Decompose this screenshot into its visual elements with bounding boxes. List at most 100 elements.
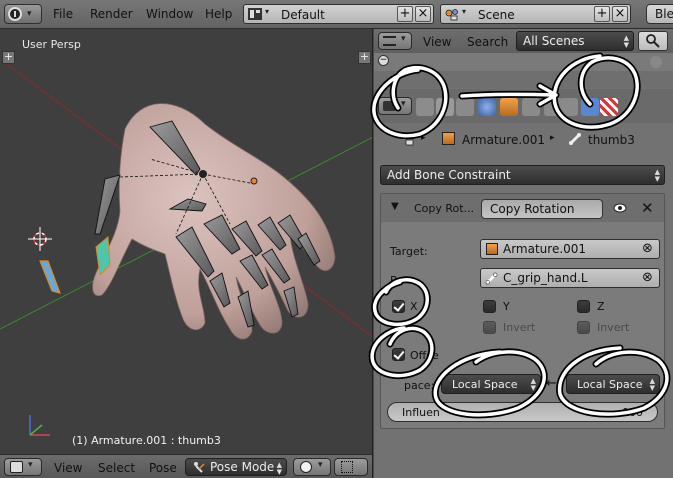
outliner-filter-selector[interactable]: All Scenes ▲ ▼ <box>516 31 634 51</box>
scene-name: Scene <box>478 8 515 22</box>
influence-slider[interactable]: Influen 000 <box>387 402 658 422</box>
screen-layout-icon <box>248 8 262 20</box>
outliner-menu-view[interactable]: View <box>423 35 451 49</box>
armature-object-icon <box>442 132 455 145</box>
outliner-menu-search[interactable]: Search <box>467 35 508 49</box>
offset-checkbox[interactable] <box>392 348 405 361</box>
3d-viewport[interactable]: User Persp (1) Armature.001 : thumb3 + + <box>0 29 373 454</box>
screen-layout-selector[interactable]: ▾ Default + × <box>243 4 434 24</box>
menu-file[interactable]: File <box>53 7 73 21</box>
tool-shelf-toggle[interactable]: + <box>2 51 15 64</box>
viewport-scene <box>0 58 372 436</box>
render-engine-label: Blen <box>655 7 673 21</box>
outliner-row[interactable]: − <box>374 53 673 71</box>
properties-icon <box>383 101 396 111</box>
bone-constraints-tab-icon[interactable] <box>581 98 599 116</box>
bone-icon <box>569 133 581 145</box>
close-icon[interactable]: ✕ <box>641 199 654 217</box>
properties-header: ▾ <box>374 89 673 123</box>
use-z-checkbox[interactable] <box>577 300 590 313</box>
viewport-editor-type-button[interactable]: ▾ <box>4 458 42 476</box>
bone-field[interactable]: C_grip_hand.L ⊗ <box>480 268 660 288</box>
breadcrumb-bone[interactable]: thumb3 <box>588 133 635 147</box>
collapse-arrow-icon[interactable]: ▼ <box>391 201 399 212</box>
outliner-editor-type-button[interactable]: ▾ <box>378 32 412 50</box>
owner-space-selector[interactable]: Local Space ▲ ▼ <box>566 374 660 394</box>
breadcrumb: ▸ Armature.001 ▸ thumb3 <box>374 123 673 153</box>
up-down-arrows-icon: ▲ ▼ <box>623 34 629 49</box>
scene-tab-icon[interactable] <box>456 98 474 116</box>
scene-selector[interactable]: ▾ Scene + × <box>440 4 631 24</box>
up-down-arrows-icon: ▲ ▼ <box>654 168 660 183</box>
outliner: ▾ View Search All Scenes ▲ ▼ − <box>374 29 673 88</box>
breadcrumb-object[interactable]: Armature.001 <box>462 133 545 147</box>
invert-y-label: Invert <box>503 321 536 334</box>
menu-help[interactable]: Help <box>205 7 232 21</box>
use-y-checkbox[interactable] <box>483 300 496 313</box>
view-label: User Persp <box>22 38 81 51</box>
outliner-header: ▾ View Search All Scenes ▲ ▼ <box>374 29 673 53</box>
scene-icon <box>445 9 458 21</box>
menu-render[interactable]: Render <box>90 7 133 21</box>
chevron-down-icon: ▾ <box>462 7 467 16</box>
target-space-value: Local Space <box>452 378 518 391</box>
invert-y-checkbox[interactable] <box>483 321 496 334</box>
3d-cursor-icon <box>28 227 52 251</box>
object-tab-icon[interactable] <box>500 98 518 116</box>
menu-window[interactable]: Window <box>146 7 193 21</box>
use-x-label: X <box>410 300 418 313</box>
properties-editor-type-button[interactable]: ▾ <box>378 97 412 115</box>
restrict-toggle-icon[interactable] <box>650 56 662 68</box>
editor-type-button[interactable]: ▾ <box>4 4 42 24</box>
delete-scene-button[interactable]: × <box>612 6 628 22</box>
collapse-icon[interactable]: − <box>378 55 389 66</box>
influence-value: 000 <box>622 406 643 419</box>
armature-data-tab-icon[interactable] <box>560 98 578 116</box>
clear-bone-icon[interactable]: ⊗ <box>642 271 656 285</box>
clear-target-icon[interactable]: ⊗ <box>642 242 656 256</box>
texture-tab-icon[interactable] <box>600 98 618 116</box>
chevron-down-icon: ▾ <box>401 34 406 44</box>
bone-icon <box>485 272 498 285</box>
add-scene-button[interactable]: + <box>594 6 610 22</box>
viewport-shading-button[interactable]: ▾ <box>293 458 331 476</box>
screen-layout-name: Default <box>281 8 325 22</box>
target-space-selector[interactable]: Local Space ▲ ▼ <box>441 374 541 394</box>
outliner-row[interactable] <box>374 71 673 88</box>
add-bone-constraint-dropdown[interactable]: Add Bone Constraint ▲ ▼ <box>380 165 665 185</box>
left-arrow-icon: ← <box>546 376 557 391</box>
chevron-down-icon: ▾ <box>28 460 33 470</box>
outliner-icon <box>383 36 396 46</box>
render-layers-tab-icon[interactable] <box>436 98 454 116</box>
viewport-header: ▾ View Select Pose Pose Mode ▲ ▼ ▾ <box>0 454 373 478</box>
delete-screen-button[interactable]: × <box>415 6 431 22</box>
use-x-checkbox[interactable] <box>392 300 405 313</box>
outliner-search-field[interactable] <box>638 31 668 51</box>
mode-selector[interactable]: Pose Mode ▲ ▼ <box>185 458 287 476</box>
pivot-point-button[interactable] <box>334 458 368 476</box>
selected-joint <box>250 177 258 185</box>
target-value: Armature.001 <box>503 242 587 256</box>
invert-z-checkbox[interactable] <box>577 321 590 334</box>
pivot-icon <box>341 461 353 473</box>
add-screen-button[interactable]: + <box>397 6 413 22</box>
eye-icon[interactable] <box>613 202 627 214</box>
target-field[interactable]: Armature.001 ⊗ <box>480 239 660 259</box>
up-down-arrows-icon: ▲ ▼ <box>276 461 282 476</box>
menu-view[interactable]: View <box>54 461 82 475</box>
render-tab-icon[interactable] <box>416 98 434 116</box>
constraint-header: ▼ Copy Rot... Copy Rotation ✕ <box>381 194 664 222</box>
menu-select[interactable]: Select <box>98 461 135 475</box>
properties-shelf-toggle[interactable]: + <box>358 51 371 64</box>
influence-label: Influen <box>402 406 440 419</box>
render-engine-selector[interactable]: Blen <box>646 4 673 24</box>
constraints-tab-icon[interactable] <box>522 98 540 116</box>
search-icon <box>646 34 660 48</box>
pose-mode-icon <box>194 462 205 473</box>
world-tab-icon[interactable] <box>478 98 496 116</box>
constraint-name-field[interactable]: Copy Rotation <box>481 199 603 219</box>
chevron-down-icon: ▾ <box>265 7 270 16</box>
menu-pose[interactable]: Pose <box>149 461 177 475</box>
constraint-name: Copy Rotation <box>490 202 575 216</box>
invert-z-label: Invert <box>597 321 630 334</box>
